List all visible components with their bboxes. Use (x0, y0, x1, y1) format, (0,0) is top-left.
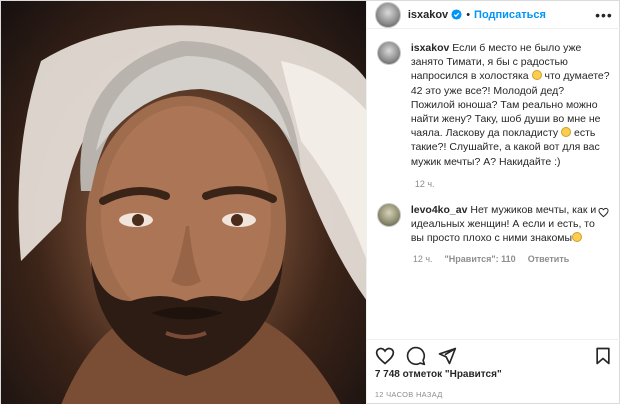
comment-item: levo4ko_av Нет мужиков мечты, как и идеа… (376, 202, 611, 246)
post-photo[interactable] (1, 1, 366, 404)
bookmark-icon[interactable] (593, 346, 613, 366)
smiling-emoji-icon (561, 127, 572, 138)
comment-likes-count[interactable]: "Нравится": 110 (445, 254, 516, 264)
post-header: isxakov • Подписаться ••• (366, 1, 620, 29)
smiling-emoji-icon (531, 70, 542, 81)
author-username[interactable]: isxakov (408, 9, 448, 21)
smiling-emoji-icon (572, 232, 583, 243)
comment-username[interactable]: levo4ko_av (411, 204, 468, 216)
comment-like-heart-icon[interactable] (598, 207, 609, 218)
comment-time: 12 ч. (412, 254, 433, 265)
posted-time: 12 ЧАСОВ НАЗАД (374, 390, 443, 399)
selfie-illustration (18, 25, 366, 404)
comment-icon[interactable] (406, 346, 426, 366)
comment-text: levo4ko_av Нет мужиков мечты, как и идеа… (411, 203, 601, 246)
post-sidebar: isxakov • Подписаться ••• isxakov Если б… (365, 1, 620, 404)
comment-meta: 12 ч. "Нравится": 110 Ответить (413, 254, 611, 264)
likes-count[interactable]: 7 748 отметок "Нравится" (375, 369, 502, 380)
follow-button[interactable]: Подписаться (474, 9, 546, 21)
verified-badge-icon (451, 9, 462, 20)
action-bar (366, 339, 620, 369)
comments-section: isxakov Если б место не было уже занято … (367, 41, 620, 331)
caption-author-avatar[interactable] (376, 41, 401, 65)
heart-icon[interactable] (375, 346, 395, 366)
share-icon[interactable] (437, 346, 457, 366)
caption-text: isxakov Если б место не было уже занято … (411, 41, 611, 169)
instagram-post: isxakov • Подписаться ••• isxakov Если б… (0, 0, 620, 404)
caption-username[interactable]: isxakov (411, 42, 450, 54)
post-caption: isxakov Если б место не было уже занято … (376, 41, 611, 169)
caption-time: 12 ч. (414, 178, 435, 189)
comment-reply-button[interactable]: Ответить (528, 254, 570, 264)
header-separator: • (466, 8, 471, 21)
author-avatar[interactable] (374, 1, 401, 28)
commenter-avatar[interactable] (376, 202, 401, 227)
more-options-button[interactable]: ••• (595, 7, 613, 23)
